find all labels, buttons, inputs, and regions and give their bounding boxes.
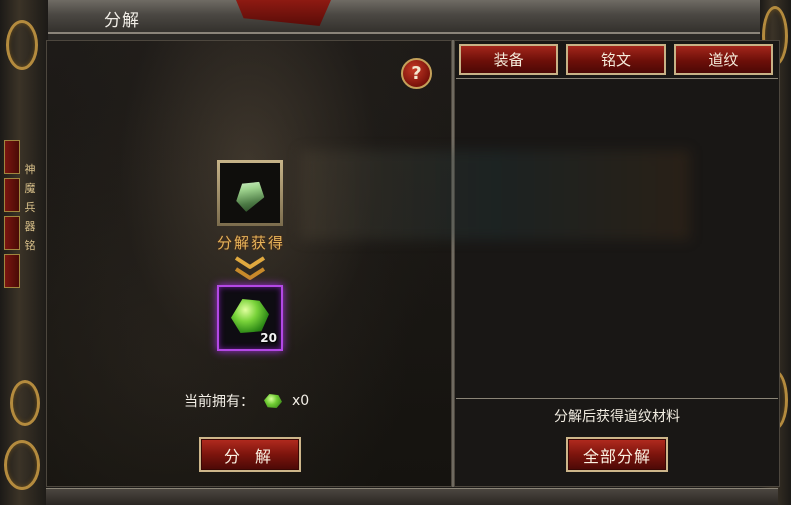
green-gem-icon [264, 394, 282, 408]
title-banner [236, 0, 331, 26]
hint-divider [456, 398, 778, 399]
tabs-divider [456, 78, 778, 79]
gold-coil-icon [4, 440, 40, 490]
source-item-slot[interactable] [217, 160, 283, 226]
side-tab[interactable] [4, 254, 20, 288]
category-tabs: 装备 铭文 道纹 [459, 44, 773, 76]
gold-coil-icon [10, 380, 40, 426]
window-title: 分解 [104, 11, 140, 31]
owned-count: x0 [292, 393, 310, 409]
tab-daowen[interactable]: 道纹 [673, 44, 773, 75]
decompose-all-button[interactable]: 全部分解 [566, 437, 668, 472]
owned-row: 当前拥有： x0 [184, 392, 309, 410]
side-tab-strip [4, 140, 22, 340]
crystal-item-icon [230, 174, 270, 215]
side-tab[interactable] [4, 216, 20, 250]
tab-inscription[interactable]: 铭文 [566, 44, 666, 75]
green-gem-icon [231, 299, 269, 333]
decompose-button[interactable]: 分 解 [199, 437, 301, 472]
bottom-frame-bar [46, 488, 778, 505]
side-tab[interactable] [4, 178, 20, 212]
side-tab[interactable] [4, 140, 20, 174]
obtain-label: 分解获得 [216, 234, 285, 252]
side-vertical-label: 神 魔 兵 器 铭 [24, 163, 36, 252]
tab-equipment[interactable]: 装备 [459, 44, 559, 75]
source-item-frame [220, 163, 280, 223]
gold-coil-icon [6, 20, 38, 70]
decompose-hint: 分解后获得道纹材料 [554, 409, 680, 425]
result-count: 20 [260, 331, 277, 345]
owned-label: 当前拥有： [184, 394, 254, 410]
down-chevrons-icon [234, 256, 266, 280]
obscured-area [300, 150, 690, 240]
title-bar [48, 0, 768, 34]
result-item-slot[interactable]: 20 [217, 285, 283, 351]
help-button[interactable]: ? [401, 58, 432, 89]
